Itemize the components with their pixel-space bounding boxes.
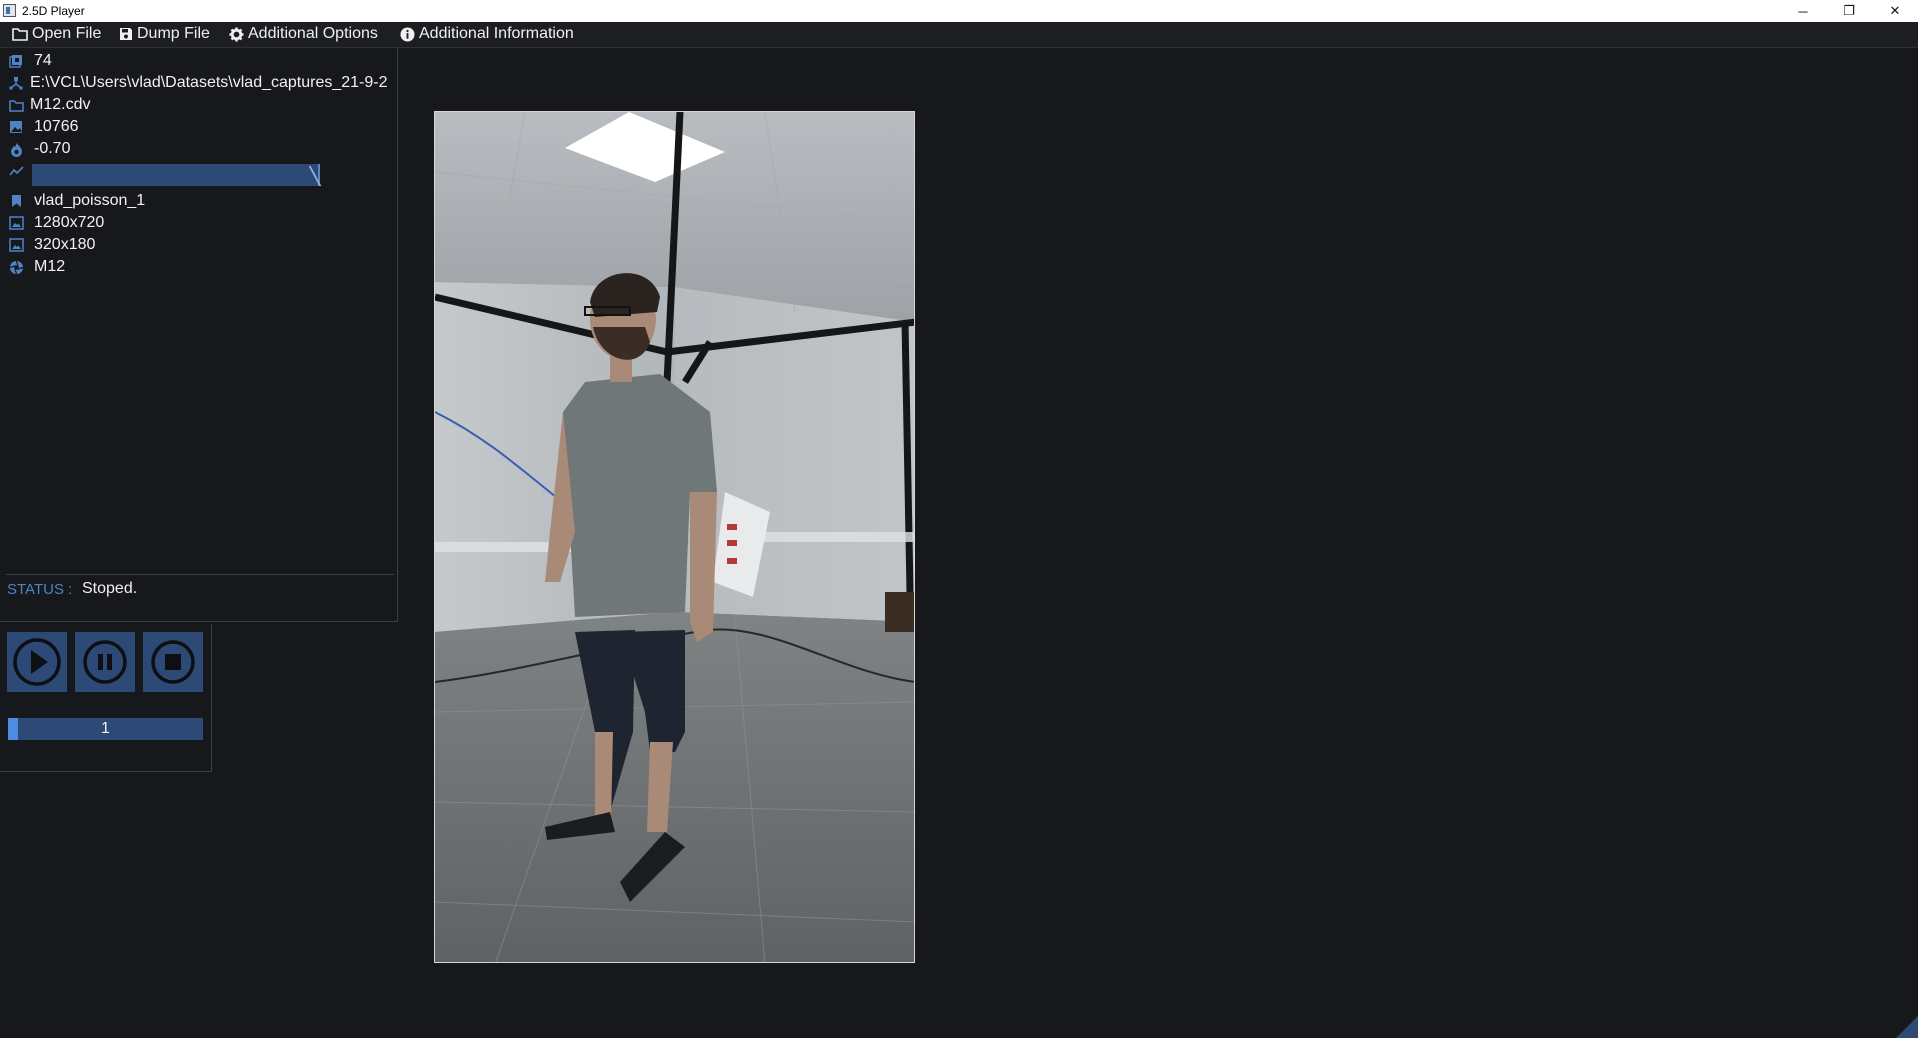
close-button[interactable]: ✕ [1872, 0, 1918, 22]
device-name-row: M12 [0, 256, 396, 278]
menu-additional-options-label: Additional Options [248, 25, 378, 42]
file-name-row: M12.cdv [0, 94, 396, 116]
gear-icon [229, 26, 244, 42]
sitemap-icon [7, 74, 25, 92]
range-slider[interactable] [32, 164, 320, 186]
pause-icon [83, 640, 127, 684]
folder-icon [12, 28, 28, 41]
layers-icon [7, 52, 25, 70]
path-row: E:\VCL\Users\vlad\Datasets\vlad_captures… [0, 72, 396, 94]
frame-number-value: 10766 [34, 118, 79, 135]
flame-icon [7, 140, 25, 158]
pause-button[interactable] [75, 632, 135, 692]
frame-number-row: 10766 [0, 116, 396, 138]
window-title: 2.5D Player [22, 4, 85, 18]
video-frame-image [435, 112, 914, 962]
color-resolution-row: 1280x720 [0, 212, 396, 234]
line-chart-icon [7, 162, 25, 180]
status-value: Stoped. [82, 580, 138, 597]
device-name-value: M12 [34, 258, 66, 275]
depth-resolution-value: 320x180 [34, 236, 96, 253]
frame-count-row: 74 [0, 50, 396, 72]
menu-additional-information-label: Additional Information [419, 25, 574, 42]
info-panel: 74 E:\VCL\Users\vlad\Datasets\vlad_captu… [0, 48, 398, 622]
stop-icon [151, 640, 195, 684]
picture-frame-icon [7, 236, 25, 254]
play-button[interactable] [7, 632, 67, 692]
app-icon [3, 4, 16, 17]
capture-name-row: vlad_poisson_1 [0, 190, 396, 212]
picture-frame-icon [7, 214, 25, 232]
frame-slider-value: 1 [101, 720, 110, 737]
menu-open-file[interactable]: Open File [12, 25, 101, 43]
restore-button[interactable]: ❐ [1826, 0, 1872, 22]
temperature-value: -0.70 [34, 140, 71, 157]
minimize-button[interactable]: ─ [1780, 0, 1826, 22]
menu-additional-information[interactable]: Additional Information [400, 25, 574, 43]
camera-shutter-icon [7, 258, 25, 276]
menu-open-file-label: Open File [32, 25, 102, 42]
capture-name-value: vlad_poisson_1 [34, 192, 146, 209]
depth-resolution-row: 320x180 [0, 234, 396, 256]
menu-dump-file-label: Dump File [137, 25, 210, 42]
menu-bar: Open File Dump File Additional Options A… [0, 22, 1918, 48]
frame-slider[interactable]: 1 [8, 718, 203, 740]
info-icon [400, 26, 415, 42]
save-icon [120, 28, 132, 40]
file-name-value: M12.cdv [30, 96, 91, 113]
folder-icon [7, 96, 25, 114]
temperature-row: -0.70 [0, 138, 396, 160]
status-divider [6, 574, 394, 575]
player-controls: 1 [0, 624, 212, 772]
video-viewport [434, 111, 915, 963]
title-bar: 2.5D Player ─ ❐ ✕ [0, 0, 1918, 22]
bookmark-icon [7, 192, 25, 210]
menu-dump-file[interactable]: Dump File [119, 25, 210, 43]
path-value: E:\VCL\Users\vlad\Datasets\vlad_captures… [30, 74, 388, 91]
menu-additional-options[interactable]: Additional Options [229, 25, 378, 43]
resize-grip[interactable] [1896, 1016, 1918, 1038]
frame-count-value: 74 [34, 52, 52, 69]
image-icon [7, 118, 25, 136]
color-resolution-value: 1280x720 [34, 214, 105, 231]
status-label: STATUS : [7, 581, 73, 598]
play-icon [13, 638, 61, 686]
stop-button[interactable] [143, 632, 203, 692]
